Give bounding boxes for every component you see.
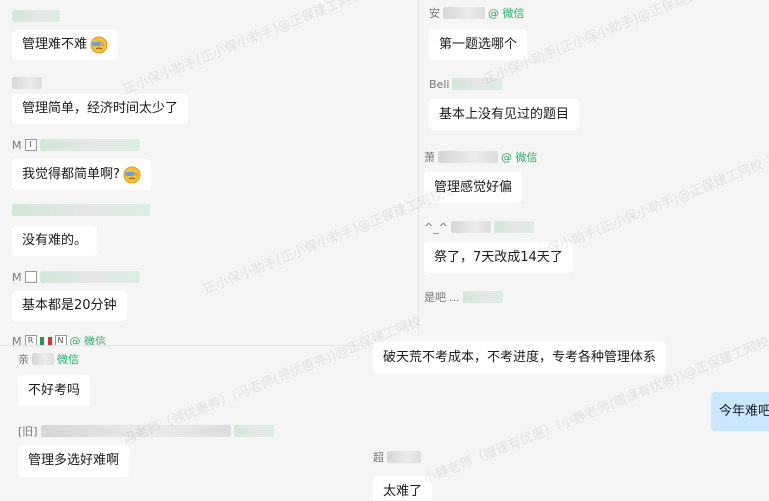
- message-bubble[interactable]: 第一题选哪个: [429, 29, 528, 60]
- message-text: 没有难的。: [22, 233, 88, 248]
- message-text: 太难了: [383, 483, 423, 499]
- message-text: 破天荒不考成本，不考进度，专考各种管理体系: [383, 349, 657, 365]
- bottom-chat-panel: 破天荒不考成本，不考进度，专考各种管理体系 今年难吧 超 太难了: [363, 330, 769, 500]
- left-bottom-chat-panel: 亲 微信 不好考吗 [旧] 管理多选好难啊: [0, 345, 363, 501]
- message-text: 今年难吧: [719, 403, 769, 419]
- message-text: 基本上没有见过的题目: [439, 106, 570, 122]
- message-bubble[interactable]: 管理感觉好偏: [424, 172, 523, 203]
- message-bubble[interactable]: 我觉得都简单啊?: [12, 159, 151, 190]
- message-bubble[interactable]: 管理多选好难啊: [18, 445, 130, 477]
- sender-name: [旧]: [18, 424, 274, 438]
- message-bubble[interactable]: 没有难的。: [12, 226, 98, 256]
- message-bubble[interactable]: 破天荒不考成本，不考进度，专考各种管理体系: [373, 341, 667, 374]
- message-text: 我觉得都简单啊?: [22, 166, 120, 182]
- message-bubble[interactable]: 管理难不难: [12, 30, 119, 60]
- sender-name: 萧 @ 微信: [424, 151, 538, 164]
- message-text: 第一题选哪个: [439, 36, 518, 52]
- message-bubble[interactable]: 祭了，7天改成14天了: [424, 242, 573, 273]
- sender-name: [12, 76, 42, 90]
- message-text: 管理感觉好偏: [434, 179, 513, 195]
- message-text: 基本都是20分钟: [22, 298, 117, 313]
- name-box-icon: R: [24, 335, 37, 345]
- sender-name: 超: [373, 450, 421, 464]
- sender-name: [12, 9, 60, 23]
- message-bubble[interactable]: 基本上没有见过的题目: [429, 99, 580, 130]
- message-text: 管理难不难: [22, 37, 88, 52]
- sender-name: M I: [12, 138, 140, 152]
- sender-name: 安 @ 微信: [429, 7, 525, 20]
- sender-name: [12, 203, 150, 217]
- message-bubble[interactable]: 管理简单，经济时间太少了: [12, 94, 189, 124]
- message-bubble[interactable]: 基本都是20分钟: [12, 291, 127, 321]
- message-text: 管理多选好难啊: [28, 453, 120, 468]
- facepalm-emoji-icon: [123, 166, 141, 183]
- left-chat-panel: 管理难不难 管理简单，经济时间太少了 M I 我觉得都简单啊? 没有难的。 M: [0, 0, 418, 345]
- flag-icon: [39, 336, 52, 345]
- message-bubble[interactable]: 不好考吗: [18, 375, 91, 406]
- message-bubble[interactable]: 太难了: [373, 476, 433, 500]
- sender-name: 是吧 ...: [424, 290, 503, 304]
- sender-name: ^_^: [424, 220, 534, 234]
- name-box-icon: N: [54, 335, 67, 345]
- right-chat-panel: 安 @ 微信 第一题选哪个 Beli 基本上没有见过的题目 萧 @ 微信 管理感…: [418, 0, 769, 330]
- my-message-bubble[interactable]: 今年难吧: [711, 392, 769, 431]
- name-box-icon: I: [24, 139, 37, 151]
- message-text: 不好考吗: [28, 382, 81, 398]
- sender-name: 亲 微信: [18, 353, 79, 366]
- name-box-icon: [24, 271, 37, 283]
- message-text: 管理简单，经济时间太少了: [22, 101, 179, 116]
- sender-name: M R N @ 微信: [12, 334, 106, 345]
- sender-name: Beli: [429, 77, 503, 91]
- facepalm-emoji-icon: [90, 36, 108, 54]
- sender-name: M: [12, 270, 140, 284]
- message-text: 祭了，7天改成14天了: [434, 249, 563, 265]
